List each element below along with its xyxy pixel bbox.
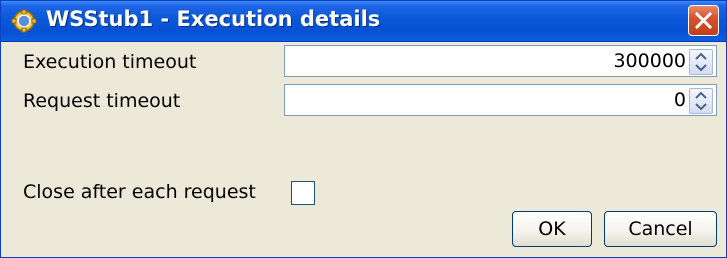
ok-button[interactable]: OK	[512, 211, 592, 247]
close-button[interactable]	[688, 5, 719, 36]
request-timeout-label: Request timeout	[23, 90, 181, 112]
execution-timeout-spin-buttons	[689, 49, 713, 75]
request-timeout-decrement[interactable]	[690, 101, 712, 113]
execution-timeout-label: Execution timeout	[23, 51, 197, 73]
execution-details-dialog: WSStub1 - Execution details Execution ti…	[0, 0, 727, 258]
request-timeout-value[interactable]: 0	[674, 89, 686, 111]
request-timeout-spin-buttons	[689, 88, 713, 114]
execution-timeout-spinner[interactable]: 300000	[284, 45, 717, 77]
arrow-down-icon	[695, 64, 707, 72]
execution-timeout-decrement[interactable]	[690, 62, 712, 74]
execution-timeout-value[interactable]: 300000	[613, 50, 686, 72]
cancel-button[interactable]: Cancel	[604, 211, 717, 247]
request-timeout-increment[interactable]	[690, 89, 712, 101]
window-title: WSStub1 - Execution details	[46, 7, 381, 31]
close-after-each-request-label: Close after each request	[23, 181, 256, 203]
execution-timeout-increment[interactable]	[690, 50, 712, 62]
app-icon[interactable]	[11, 9, 37, 33]
arrow-down-icon	[695, 103, 707, 111]
close-icon	[695, 12, 712, 29]
title-bar[interactable]: WSStub1 - Execution details	[1, 1, 726, 42]
arrow-up-icon	[695, 52, 707, 60]
close-after-each-request-checkbox[interactable]	[291, 181, 315, 205]
arrow-up-icon	[695, 91, 707, 99]
request-timeout-spinner[interactable]: 0	[284, 84, 717, 116]
